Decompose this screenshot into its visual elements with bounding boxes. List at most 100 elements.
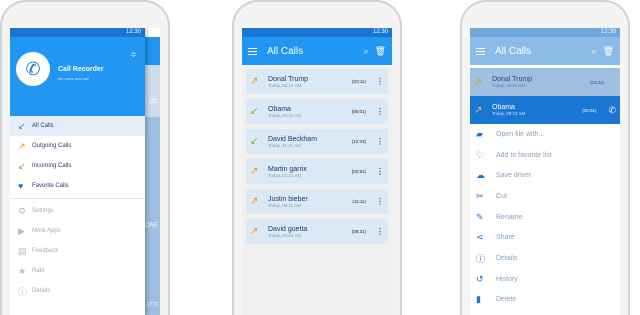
menu-item-label: Save driver bbox=[496, 172, 532, 180]
menu-item-label: History bbox=[496, 275, 518, 283]
background-qd-text: QD bbox=[149, 99, 158, 105]
menu-item-cut[interactable]: ✂ Cut bbox=[470, 186, 620, 207]
heart-icon: ♥ bbox=[18, 181, 24, 191]
drawer-item-outgoing-calls[interactable]: ↗ Outgoing Calls bbox=[10, 136, 145, 156]
app-bar: All Calls ⌕ 🗑 bbox=[470, 37, 620, 65]
menu-item-history[interactable]: ↺ History bbox=[470, 269, 620, 290]
call-name: Donal Trump bbox=[492, 76, 533, 83]
call-date: Today, 10:11 AM bbox=[492, 83, 525, 88]
drawer-item-more-apps[interactable]: ▶ More Apps bbox=[10, 221, 145, 241]
menu-item-add-favorite[interactable]: ♡ Add to favorite list bbox=[470, 145, 620, 166]
drawer-item-incoming-calls[interactable]: ↙ Incoming Calls bbox=[10, 156, 145, 176]
status-bar: 12:30 bbox=[10, 28, 145, 37]
incoming-call-icon: ↙ bbox=[18, 160, 26, 171]
rename-icon: ✎ bbox=[476, 211, 484, 222]
selected-call-row[interactable]: ↗ Obama Today, 09:23 AM (05:01) ✆ bbox=[470, 96, 620, 124]
menu-item-share[interactable]: ⋖ Share bbox=[470, 227, 620, 248]
call-name: Donal Trump bbox=[268, 75, 309, 83]
outgoing-call-icon: ↗ bbox=[250, 166, 259, 177]
call-duration: (08:31) bbox=[351, 229, 366, 234]
call-duration: (05:01) bbox=[582, 107, 597, 113]
call-name: Obama bbox=[492, 104, 515, 111]
call-row[interactable]: ↗ Martin garrix Today, 01:21 AM (02:51) ⋮ bbox=[246, 159, 388, 184]
call-row[interactable]: ↗ David guetta Today, 09:21 AM (08:31) ⋮ bbox=[246, 219, 388, 244]
call-row[interactable]: ↙ Obama Today, 09:23 AM (05:01) ⋮ bbox=[246, 99, 388, 124]
play-store-icon: ▶ bbox=[18, 225, 25, 236]
drawer-item-label: All Calls bbox=[32, 123, 54, 129]
more-options-icon[interactable]: ⋮ bbox=[376, 137, 384, 146]
trash-icon[interactable]: 🗑 bbox=[603, 46, 614, 57]
menu-item-label: Details bbox=[496, 254, 518, 262]
call-list: ↗ Donal Trump Today, 03:16 AM (03:11) ⋮ ↙… bbox=[242, 65, 392, 315]
gear-icon: ⚙ bbox=[18, 205, 27, 216]
more-options-icon[interactable]: ⋮ bbox=[376, 197, 384, 206]
drawer-item-favorite-calls[interactable]: ♥ Favorite Calls bbox=[10, 176, 145, 196]
drawer-item-details[interactable]: ⓘ Details bbox=[10, 281, 145, 301]
call-date: Today, 09:23 AM bbox=[268, 112, 302, 118]
call-name: David guetta bbox=[268, 225, 308, 233]
folder-icon: ▰ bbox=[476, 128, 483, 139]
more-options-icon[interactable]: ⋮ bbox=[376, 77, 384, 86]
filter-icon[interactable]: ≑ bbox=[130, 50, 137, 59]
phone-3: 12:30 All Calls ⌕ 🗑 ↗ Donal Trump Today, … bbox=[460, 0, 630, 315]
menu-item-save-driver[interactable]: ☁ Save driver bbox=[470, 165, 620, 186]
menu-icon[interactable] bbox=[248, 47, 257, 55]
drawer-item-all-calls[interactable]: ↙ All Calls bbox=[10, 116, 145, 136]
drawer-item-settings[interactable]: ⚙ Settings bbox=[10, 201, 145, 221]
more-options-icon[interactable]: ⋮ bbox=[376, 167, 384, 176]
menu-item-details[interactable]: ⓘ Details bbox=[470, 248, 620, 269]
page-title: All Calls bbox=[495, 45, 532, 57]
call-row[interactable]: ↗ Donal Trump Today, 10:11 AM (03:11) bbox=[470, 68, 620, 96]
outgoing-call-icon: ↗ bbox=[474, 104, 483, 116]
trash-icon: ▮ bbox=[476, 294, 481, 305]
share-icon: ⋖ bbox=[476, 232, 484, 243]
search-icon[interactable]: ⌕ bbox=[364, 46, 369, 57]
menu-item-open-file[interactable]: ▰ Open file with... bbox=[470, 124, 620, 145]
page-title: All Calls bbox=[267, 45, 304, 57]
call-date: Today, 08:11 AM bbox=[268, 202, 301, 208]
call-date: Today, 01:21 AM bbox=[268, 172, 302, 178]
call-date: Today, 09:21 AM bbox=[268, 232, 302, 238]
call-duration: (05:01) bbox=[351, 109, 366, 114]
info-icon: ⓘ bbox=[476, 253, 486, 264]
call-duration: (03:11) bbox=[590, 79, 604, 85]
all-calls-icon: ↙ bbox=[18, 120, 26, 131]
search-icon[interactable]: ⌕ bbox=[592, 46, 597, 57]
more-options-icon[interactable]: ⋮ bbox=[376, 227, 384, 236]
menu-item-label: Share bbox=[496, 234, 515, 242]
menu-icon[interactable] bbox=[476, 47, 485, 55]
call-duration: (11:11) bbox=[352, 199, 366, 204]
menu-item-rename[interactable]: ✎ Rename bbox=[470, 207, 620, 228]
phone-2: 12:30 All Calls ⌕ 🗑 ↗ Donal Trump Today, … bbox=[232, 0, 402, 315]
call-date: Today, 09:23 AM bbox=[492, 111, 526, 116]
drawer-item-feedback[interactable]: ▤ Feedback bbox=[10, 241, 145, 261]
drawer-item-label: Favorite Calls bbox=[32, 183, 69, 189]
outgoing-call-icon: ↗ bbox=[250, 76, 259, 87]
drawer-header: 12:30 ✆ Call Recorder rec more any call … bbox=[10, 28, 145, 116]
drawer-item-label: Incoming Calls bbox=[32, 163, 72, 169]
outgoing-call-icon: ↗ bbox=[474, 76, 483, 88]
drawer-item-label: Feedback bbox=[32, 248, 59, 254]
call-row[interactable]: ↗ Justin bieber Today, 08:11 AM (11:11) ⋮ bbox=[246, 189, 388, 214]
drawer-item-label: More Apps bbox=[32, 228, 61, 234]
phone-1: QD MORE 1772 12:30 ✆ Call Recorder rec m… bbox=[0, 0, 170, 315]
phone-3-screen: 12:30 All Calls ⌕ 🗑 ↗ Donal Trump Today, … bbox=[470, 28, 620, 315]
status-bar: 12:30 bbox=[470, 28, 620, 37]
history-icon: ↺ bbox=[476, 273, 484, 284]
call-name: Justin bieber bbox=[268, 195, 308, 203]
drawer-item-label: Rate bbox=[32, 268, 45, 274]
more-options-icon[interactable]: ⋮ bbox=[376, 107, 384, 116]
menu-item-delete[interactable]: ▮ Delete bbox=[470, 290, 620, 311]
call-duration: (03:11) bbox=[352, 79, 366, 84]
call-row[interactable]: ↗ Donal Trump Today, 03:16 AM (03:11) ⋮ bbox=[246, 69, 388, 94]
feedback-icon: ▤ bbox=[18, 245, 27, 256]
call-row[interactable]: ↙ David Beckham Today, 11:21 AM (12:33) ⋮ bbox=[246, 129, 388, 154]
context-menu: ▰ Open file with... ♡ Add to favorite list… bbox=[470, 124, 620, 311]
phone-icon[interactable]: ✆ bbox=[608, 105, 616, 116]
outgoing-call-icon: ↗ bbox=[18, 140, 26, 151]
scissors-icon: ✂ bbox=[476, 190, 484, 201]
call-name: David Beckham bbox=[268, 135, 318, 143]
drawer-item-rate[interactable]: ★ Rate bbox=[10, 261, 145, 281]
trash-icon[interactable]: 🗑 bbox=[375, 46, 386, 57]
call-date: Today, 03:16 AM bbox=[268, 82, 302, 88]
